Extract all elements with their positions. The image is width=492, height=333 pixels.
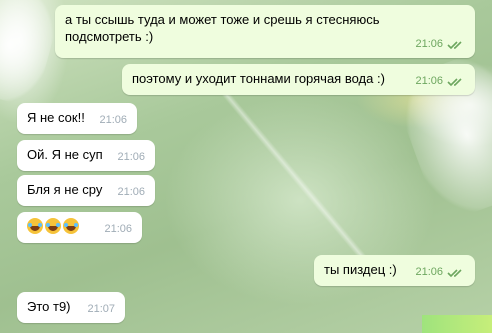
message-meta: 21:06 — [415, 264, 465, 281]
double-check-icon — [447, 77, 462, 86]
incoming-message[interactable]: Ой. Я не суп 21:06 — [17, 140, 155, 171]
incoming-message[interactable]: Я не сок!! 21:06 — [17, 103, 137, 134]
message-time: 21:06 — [99, 114, 127, 126]
laughing-tears-emoji — [27, 218, 43, 234]
incoming-message[interactable]: Это т9) 21:07 — [17, 292, 125, 323]
message-meta: 21:07 — [87, 301, 115, 318]
double-check-icon — [447, 268, 462, 277]
outgoing-message[interactable]: ты пиздец :) 21:06 — [314, 255, 475, 286]
laughing-tears-emoji — [45, 218, 61, 234]
double-check-icon — [447, 40, 462, 49]
outgoing-message[interactable]: поэтому и уходит тоннами горячая вода :)… — [122, 64, 475, 95]
corner-accent — [422, 315, 492, 333]
outgoing-message[interactable]: а ты ссышь туда и может тоже и срешь я с… — [55, 5, 475, 58]
message-meta: 21:06 — [117, 184, 145, 201]
message-time: 21:06 — [415, 38, 443, 50]
message-meta: 21:06 — [104, 221, 132, 238]
message-time: 21:07 — [87, 303, 115, 315]
message-time: 21:06 — [104, 223, 132, 235]
incoming-message[interactable]: Бля я не сру 21:06 — [17, 175, 155, 206]
message-time: 21:06 — [415, 75, 443, 87]
message-time: 21:06 — [117, 186, 145, 198]
incoming-message[interactable]: 21:06 — [17, 212, 142, 243]
message-text: а ты ссышь туда и может тоже и срешь я с… — [65, 12, 380, 44]
laughing-tears-emoji — [63, 218, 79, 234]
wallpaper-petal — [0, 0, 63, 109]
message-meta: 21:06 — [415, 36, 465, 53]
emoji-row — [27, 218, 79, 234]
message-meta: 21:06 — [415, 73, 465, 90]
message-meta: 21:06 — [99, 112, 127, 129]
message-time: 21:06 — [117, 151, 145, 163]
wallpaper-stem — [210, 77, 385, 282]
message-meta: 21:06 — [117, 149, 145, 166]
message-time: 21:06 — [415, 266, 443, 278]
